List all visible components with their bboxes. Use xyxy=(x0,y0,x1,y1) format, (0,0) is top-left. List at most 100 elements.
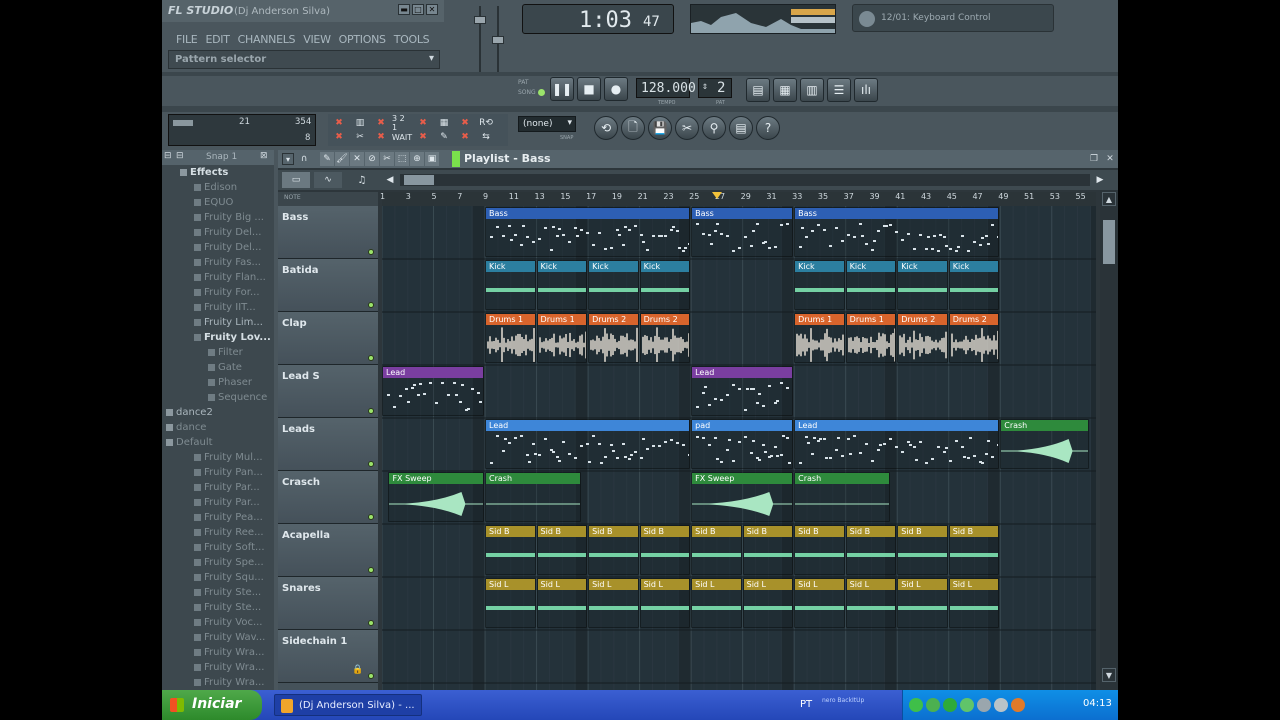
scroll-right-icon[interactable]: ▶ xyxy=(1092,172,1108,188)
tray-volume-icon[interactable] xyxy=(977,698,991,712)
menu-tools[interactable]: TOOLS xyxy=(394,33,430,46)
playlist-clip[interactable]: Drums 1 xyxy=(794,313,845,363)
playlist-clip[interactable]: Sid L xyxy=(845,578,897,628)
track-mute-led[interactable] xyxy=(368,461,374,467)
browser-collapse-icon[interactable]: ⊟ xyxy=(164,151,172,161)
start-button[interactable]: Iniciar xyxy=(162,690,262,720)
playlist-clip[interactable]: Kick xyxy=(485,260,536,310)
track-header[interactable]: Clap xyxy=(278,312,378,365)
playlist-clip[interactable]: Sid B xyxy=(536,525,588,575)
menu-options[interactable]: OPTIONS xyxy=(339,33,386,46)
playlist-clip[interactable]: Drums 2 xyxy=(948,313,1000,363)
playlist-clip[interactable]: Lead xyxy=(485,419,691,469)
browser-item[interactable]: dance2 xyxy=(162,405,274,420)
playlist-clip[interactable]: Crash xyxy=(794,472,890,522)
playlist-clip[interactable]: pad xyxy=(691,419,794,469)
browser-item[interactable]: Fruity Flan... xyxy=(162,270,274,285)
paint-tool-icon[interactable]: 🖌 xyxy=(335,152,349,166)
vertical-scrollbar[interactable]: ▲ ▼ xyxy=(1100,190,1118,690)
browser-item[interactable]: Phaser xyxy=(162,375,274,390)
blend-icon[interactable]: ✖ xyxy=(458,117,472,129)
scroll-up-icon[interactable]: ▲ xyxy=(1102,192,1116,206)
playlist-clip[interactable]: Drums 2 xyxy=(897,313,948,363)
playlist-clip[interactable]: Drums 2 xyxy=(588,313,639,363)
playlist-close-icon[interactable]: ✕ xyxy=(1104,153,1116,165)
mute-tool-icon[interactable]: ⊘ xyxy=(365,152,379,166)
multilink-icon[interactable]: ✖ xyxy=(458,131,472,143)
playlist-clip[interactable]: FX Sweep xyxy=(388,472,485,522)
menu-channels[interactable]: CHANNELS xyxy=(238,33,296,46)
loop-rec-icon[interactable]: R⟲ xyxy=(476,117,496,129)
minimize-icon[interactable]: ▬ xyxy=(398,4,410,15)
track-header[interactable]: Lead S xyxy=(278,365,378,418)
track-mute-led[interactable] xyxy=(368,514,374,520)
playlist-grid[interactable]: Bass Bass Bass Kick Kick Kick Kick Kick Kick Kick… xyxy=(382,206,1096,690)
stop-button[interactable]: ■ xyxy=(577,77,601,101)
tempo-display[interactable]: 128.000 xyxy=(636,78,696,98)
browser-button[interactable]: ☰ xyxy=(827,78,851,102)
cut-button[interactable]: ✂ xyxy=(675,116,699,140)
tray-display-icon[interactable] xyxy=(994,698,1008,712)
playlist-menu-icon[interactable]: ▾ xyxy=(282,153,294,165)
wait-input-icon[interactable]: WAIT xyxy=(392,131,412,143)
playlist-clip[interactable]: Sid L xyxy=(588,578,639,628)
playlist-clip[interactable]: Kick xyxy=(948,260,1000,310)
language-indicator[interactable]: PT xyxy=(800,699,812,710)
tray-security-icon[interactable] xyxy=(1011,698,1025,712)
scroll-left-icon[interactable]: ◀ xyxy=(382,172,398,188)
browser-item[interactable]: Fruity Fas... xyxy=(162,255,274,270)
playlist-clip[interactable]: FX Sweep xyxy=(691,472,794,522)
mixer-button[interactable]: ılı xyxy=(854,78,878,102)
track-mute-led[interactable] xyxy=(368,408,374,414)
browse-button[interactable]: ⚲ xyxy=(702,116,726,140)
record-button[interactable]: ● xyxy=(604,77,628,101)
browser-item[interactable]: Fruity Spe... xyxy=(162,555,274,570)
pattern-number-display[interactable]: ⇕ 2 xyxy=(698,78,732,98)
playlist-clip[interactable]: Sid B xyxy=(794,525,845,575)
browser-item[interactable]: Fruity Wra... xyxy=(162,675,274,690)
browser-item[interactable]: Fruity Lim... xyxy=(162,315,274,330)
browser-item[interactable]: EQUO xyxy=(162,195,274,210)
metronome-icon[interactable]: ✖ xyxy=(374,117,388,129)
rec-audio-icon[interactable]: ✖ xyxy=(332,117,346,129)
zoom-tool-icon[interactable]: ⊕ xyxy=(410,152,424,166)
typing-keyboard-icon[interactable]: ▦ xyxy=(434,117,454,129)
tray-update-icon[interactable] xyxy=(943,698,957,712)
scroll-icon[interactable]: ✖ xyxy=(416,131,430,143)
playlist-clip[interactable]: Sid B xyxy=(485,525,536,575)
step-edit-icon[interactable]: ✖ xyxy=(416,117,430,129)
pattern-selector[interactable]: Pattern selector ▾ xyxy=(168,50,440,69)
tray-messenger-icon[interactable] xyxy=(960,698,974,712)
playlist-clip[interactable]: Sid L xyxy=(742,578,794,628)
browser-item[interactable]: Fruity For... xyxy=(162,285,274,300)
playlist-clip[interactable]: Lead xyxy=(794,419,1000,469)
browser-item[interactable]: Fruity Par... xyxy=(162,495,274,510)
playlist-clip[interactable]: Drums 1 xyxy=(536,313,588,363)
browser-item[interactable]: Fruity Big ... xyxy=(162,210,274,225)
browser-close-icon[interactable]: ⊠ xyxy=(260,151,268,161)
browser-item[interactable]: Gate xyxy=(162,360,274,375)
browser-item[interactable]: Fruity Voc... xyxy=(162,615,274,630)
track-lock-icon[interactable]: 🔒 xyxy=(352,664,364,676)
snap-icon[interactable]: ✂ xyxy=(350,131,370,143)
piano-roll-button[interactable]: ▥ xyxy=(800,78,824,102)
playlist-clip[interactable]: Bass xyxy=(691,207,794,257)
playlist-clip[interactable]: Crash xyxy=(485,472,581,522)
magnet-icon[interactable]: ∩ xyxy=(298,153,310,165)
playlist-clip[interactable]: Sid B xyxy=(897,525,948,575)
wait-icon[interactable]: ✖ xyxy=(332,131,346,143)
track-mute-led[interactable] xyxy=(368,567,374,573)
playlist-clip[interactable]: Drums 2 xyxy=(639,313,691,363)
vertical-scroll-thumb[interactable] xyxy=(1103,220,1115,264)
browser-item[interactable]: Fruity Pan... xyxy=(162,465,274,480)
track-header[interactable]: Batida xyxy=(278,259,378,312)
playlist-clip[interactable]: Kick xyxy=(639,260,691,310)
track-header[interactable]: Snares xyxy=(278,577,378,630)
playlist-clip[interactable]: Lead xyxy=(382,366,485,416)
horizontal-scroll-thumb[interactable] xyxy=(404,175,434,185)
play-pattern-icon[interactable] xyxy=(452,151,460,167)
playlist-clip[interactable]: Kick xyxy=(536,260,588,310)
track-header[interactable]: Acapella xyxy=(278,524,378,577)
browser-item[interactable]: Fruity Mul... xyxy=(162,450,274,465)
track-header[interactable]: Leads xyxy=(278,418,378,471)
